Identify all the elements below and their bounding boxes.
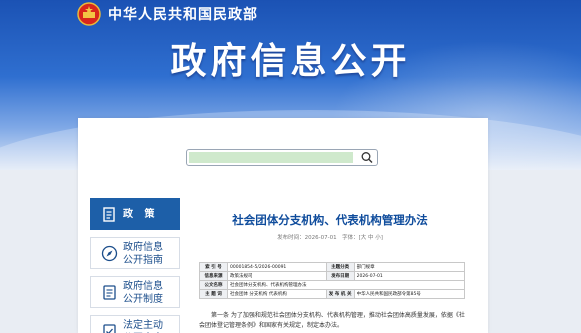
table-key: 主题分类 [325, 262, 355, 272]
table-row: 主 题 词 社会团体 分支机构 代表机构 发 布 机 关 中华人民共和国民政部令… [199, 289, 466, 299]
ministry-name[interactable]: 中华人民共和国民政部 [108, 4, 258, 24]
sidebar-item-label: 政府信息 公开制度 [123, 281, 163, 305]
sidebar-item-label: 政府信息 公开指南 [123, 242, 163, 266]
sidebar-item-label: 政 策 [123, 209, 159, 220]
sidebar-item-policy[interactable]: 政 策 [90, 198, 180, 230]
sidebar-item-label: 法定主动 公开内容 [123, 320, 163, 331]
table-key: 发 布 机 关 [325, 289, 355, 299]
national-emblem-icon [77, 2, 101, 26]
search-input[interactable] [189, 152, 353, 163]
table-value: 社会团体分支机构、代表机构管理办法 [227, 280, 465, 290]
document-body: 第一条 为了加强和规范社会团体分支机构、代表机构管理，推动社会团体高质量发展，依… [199, 311, 467, 331]
table-value: 00001854-5/2026-00091 [227, 262, 327, 272]
table-key: 发布日期 [325, 271, 355, 281]
search-icon[interactable] [360, 151, 374, 164]
file-list-icon [103, 285, 116, 300]
search-box [186, 149, 378, 166]
compass-icon [101, 245, 118, 262]
document-title: 社会团体分支机构、代表机构管理办法 [232, 213, 428, 227]
checklist-icon [103, 324, 116, 333]
table-row: 信息来源 政策法规司 发布日期 2026-07-01 [199, 271, 466, 281]
table-row: 索 引 号 00001854-5/2026-00091 主题分类 部门规章 [199, 262, 466, 272]
table-value: 社会团体 分支机构 代表机构 [227, 289, 327, 299]
table-key: 信息来源 [199, 271, 228, 281]
table-value: 2026-07-01 [353, 271, 466, 281]
table-key: 主 题 词 [199, 289, 228, 299]
table-value: 部门规章 [353, 262, 466, 272]
sidebar-item-guide[interactable]: 政府信息 公开指南 [90, 237, 180, 269]
table-key: 索 引 号 [199, 262, 228, 272]
body-paragraph: 第一条 为了加强和规范社会团体分支机构、代表机构管理，推动社会团体高质量发展，依… [199, 312, 465, 329]
table-value: 政策法规司 [227, 271, 327, 281]
document-meta: 发布时间：2026-07-01 字体：[大 中 小] [277, 235, 383, 241]
document-icon [103, 207, 115, 222]
table-key: 公文名称 [199, 280, 228, 290]
table-value: 中华人民共和国民政部令第85号 [353, 289, 466, 299]
table-row: 公文名称 社会团体分支机构、代表机构管理办法 [199, 280, 465, 290]
document-info-table: 索 引 号 00001854-5/2026-00091 主题分类 部门规章 信息… [199, 262, 466, 299]
page-title: 政府信息公开 [170, 41, 411, 82]
sidebar-item-mandatory[interactable]: 法定主动 公开内容 [90, 315, 180, 333]
sidebar-item-system[interactable]: 政府信息 公开制度 [90, 276, 180, 308]
